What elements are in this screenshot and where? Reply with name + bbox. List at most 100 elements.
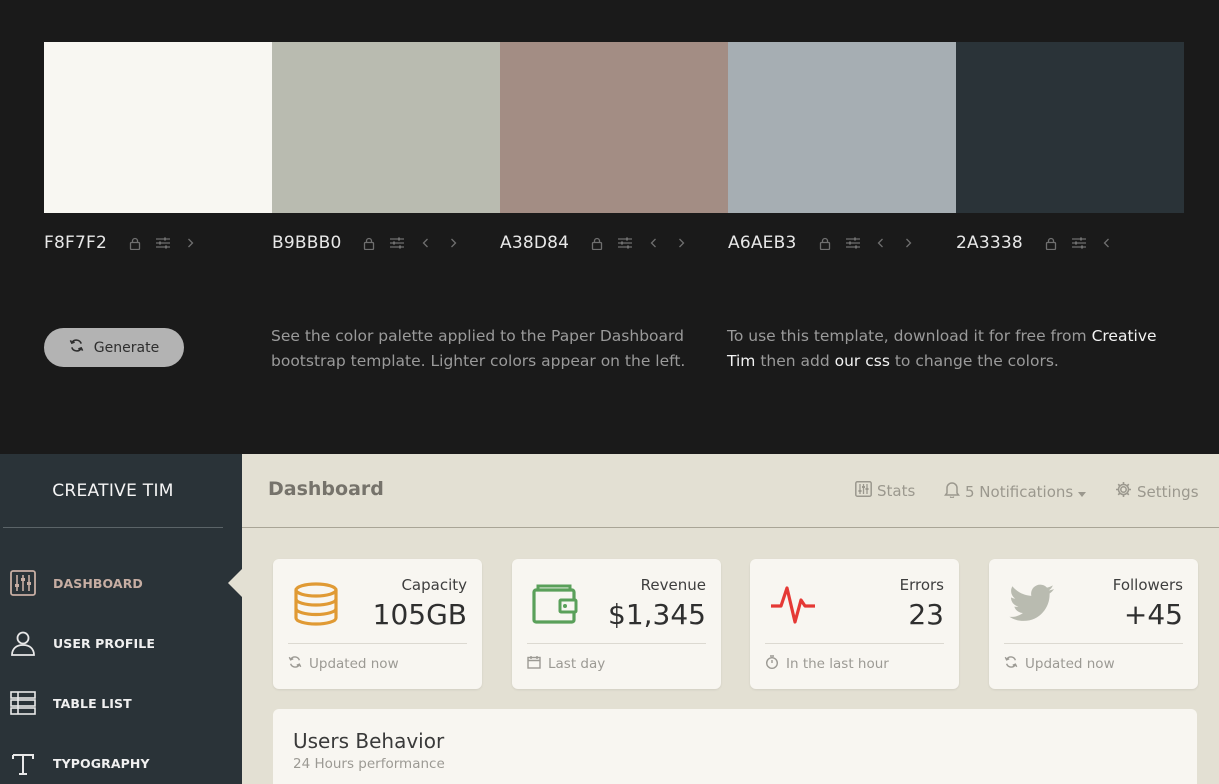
- swatch-3[interactable]: [500, 42, 728, 213]
- lock-icon[interactable]: [583, 232, 611, 254]
- chevron-right-icon[interactable]: [439, 232, 467, 254]
- settings-link[interactable]: Settings: [1115, 481, 1199, 502]
- sidebar-item-table-list[interactable]: TABLE LIST: [0, 683, 242, 723]
- calendar-icon: [527, 655, 541, 673]
- swatch-code-4: A6AEB3: [728, 230, 956, 256]
- table-icon: [9, 689, 37, 717]
- top-navbar: Dashboard Stats 5 Notifications Settings: [242, 454, 1219, 528]
- wallet-icon: [528, 577, 582, 631]
- swatch-4[interactable]: [728, 42, 956, 213]
- dashboard-preview: CREATIVE TIM DASHBOARD USER PROFILE TABL…: [0, 454, 1219, 784]
- user-icon: [9, 629, 37, 657]
- sliders-icon[interactable]: [383, 232, 411, 254]
- hex-code[interactable]: B9BBB0: [272, 233, 341, 253]
- stat-value: 105GB: [372, 598, 467, 631]
- sidebar-item-user-profile[interactable]: USER PROFILE: [0, 623, 242, 663]
- swatch-code-5: 2A3338: [956, 230, 1184, 256]
- stat-label: Followers: [1112, 576, 1183, 594]
- chevron-right-icon[interactable]: [177, 232, 205, 254]
- chevron-left-icon[interactable]: [867, 232, 895, 254]
- typography-icon: [9, 749, 37, 777]
- sidebar-item-dashboard[interactable]: DASHBOARD: [0, 563, 242, 603]
- stats-icon: [855, 481, 872, 501]
- twitter-icon: [1005, 577, 1059, 631]
- stat-value: +45: [1123, 598, 1183, 631]
- stat-value: 23: [908, 598, 944, 631]
- chevron-left-icon[interactable]: [639, 232, 667, 254]
- hex-code[interactable]: A6AEB3: [728, 233, 797, 253]
- active-indicator: [228, 569, 242, 597]
- pulse-icon: [766, 577, 820, 631]
- palette-description: See the color palette applied to the Pap…: [271, 327, 686, 370]
- timer-icon: [765, 655, 779, 673]
- sidebar: CREATIVE TIM DASHBOARD USER PROFILE TABL…: [0, 454, 242, 784]
- our-css-link[interactable]: our css: [835, 352, 890, 370]
- chevron-right-icon[interactable]: [667, 232, 695, 254]
- settings-label: Settings: [1137, 482, 1199, 501]
- usage-text-1: To use this template, download it for fr…: [727, 327, 1092, 345]
- stat-value: $1,345: [608, 598, 706, 631]
- usage-text-3: to change the colors.: [889, 352, 1059, 370]
- brand-logo[interactable]: CREATIVE TIM: [3, 454, 223, 528]
- sliders-icon[interactable]: [611, 232, 639, 254]
- stat-footer: Updated now: [1004, 655, 1115, 673]
- stat-footer: Last day: [527, 655, 605, 673]
- stat-footer-text: Updated now: [309, 656, 399, 672]
- page-title: Dashboard: [268, 478, 384, 500]
- sidebar-item-typography[interactable]: TYPOGRAPHY: [0, 743, 242, 783]
- swatch-5[interactable]: [956, 42, 1184, 213]
- stats-label: Stats: [877, 482, 916, 500]
- sidebar-item-label: TYPOGRAPHY: [53, 755, 150, 771]
- sliders-icon[interactable]: [1065, 232, 1093, 254]
- dashboard-icon: [9, 569, 37, 597]
- divider: [527, 643, 706, 644]
- users-behavior-panel: Users Behavior 24 Hours performance: [273, 709, 1197, 784]
- refresh-icon: [288, 655, 302, 673]
- stat-label: Errors: [899, 576, 944, 594]
- caret-down-icon: [1078, 483, 1087, 501]
- usage-text-2: then add: [755, 352, 835, 370]
- swatch-code-2: B9BBB0: [272, 230, 500, 256]
- hex-code[interactable]: A38D84: [500, 233, 569, 253]
- swatch-code-3: A38D84: [500, 230, 728, 256]
- usage-description: To use this template, download it for fr…: [727, 324, 1177, 374]
- sliders-icon[interactable]: [149, 232, 177, 254]
- swatch-1[interactable]: [44, 42, 272, 213]
- stat-footer-text: Updated now: [1025, 656, 1115, 672]
- stat-card-followers: Followers +45 Updated now: [989, 559, 1198, 689]
- stats-link[interactable]: Stats: [855, 481, 915, 501]
- stat-footer-text: In the last hour: [786, 656, 889, 672]
- hex-code[interactable]: F8F7F2: [44, 233, 107, 253]
- color-swatches: [44, 42, 1184, 213]
- bell-icon: [944, 481, 960, 502]
- stat-footer: Updated now: [288, 655, 399, 673]
- divider: [288, 643, 467, 644]
- sidebar-item-label: DASHBOARD: [53, 575, 143, 591]
- lock-icon[interactable]: [121, 232, 149, 254]
- chevron-left-icon[interactable]: [1093, 232, 1121, 254]
- sidebar-item-label: USER PROFILE: [53, 635, 155, 651]
- stat-card-revenue: Revenue $1,345 Last day: [512, 559, 721, 689]
- sidebar-item-label: TABLE LIST: [53, 695, 132, 711]
- generate-label: Generate: [93, 339, 160, 356]
- stat-footer-text: Last day: [548, 656, 606, 672]
- lock-icon[interactable]: [355, 232, 383, 254]
- sliders-icon[interactable]: [839, 232, 867, 254]
- swatch-2[interactable]: [272, 42, 500, 213]
- panel-title: Users Behavior: [293, 729, 445, 753]
- chevron-left-icon[interactable]: [411, 232, 439, 254]
- divider: [1004, 643, 1183, 644]
- stat-card-errors: Errors 23 In the last hour: [750, 559, 959, 689]
- stat-label: Capacity: [401, 576, 467, 594]
- lock-icon[interactable]: [1037, 232, 1065, 254]
- generate-button[interactable]: Generate: [44, 328, 184, 367]
- refresh-icon: [1004, 655, 1018, 673]
- gear-icon: [1115, 481, 1132, 502]
- hex-code[interactable]: 2A3338: [956, 233, 1023, 253]
- stat-footer: In the last hour: [765, 655, 889, 673]
- database-icon: [289, 577, 343, 631]
- notifications-label: 5 Notifications: [965, 482, 1074, 501]
- lock-icon[interactable]: [811, 232, 839, 254]
- chevron-right-icon[interactable]: [895, 232, 923, 254]
- notifications-dropdown[interactable]: 5 Notifications: [944, 481, 1087, 502]
